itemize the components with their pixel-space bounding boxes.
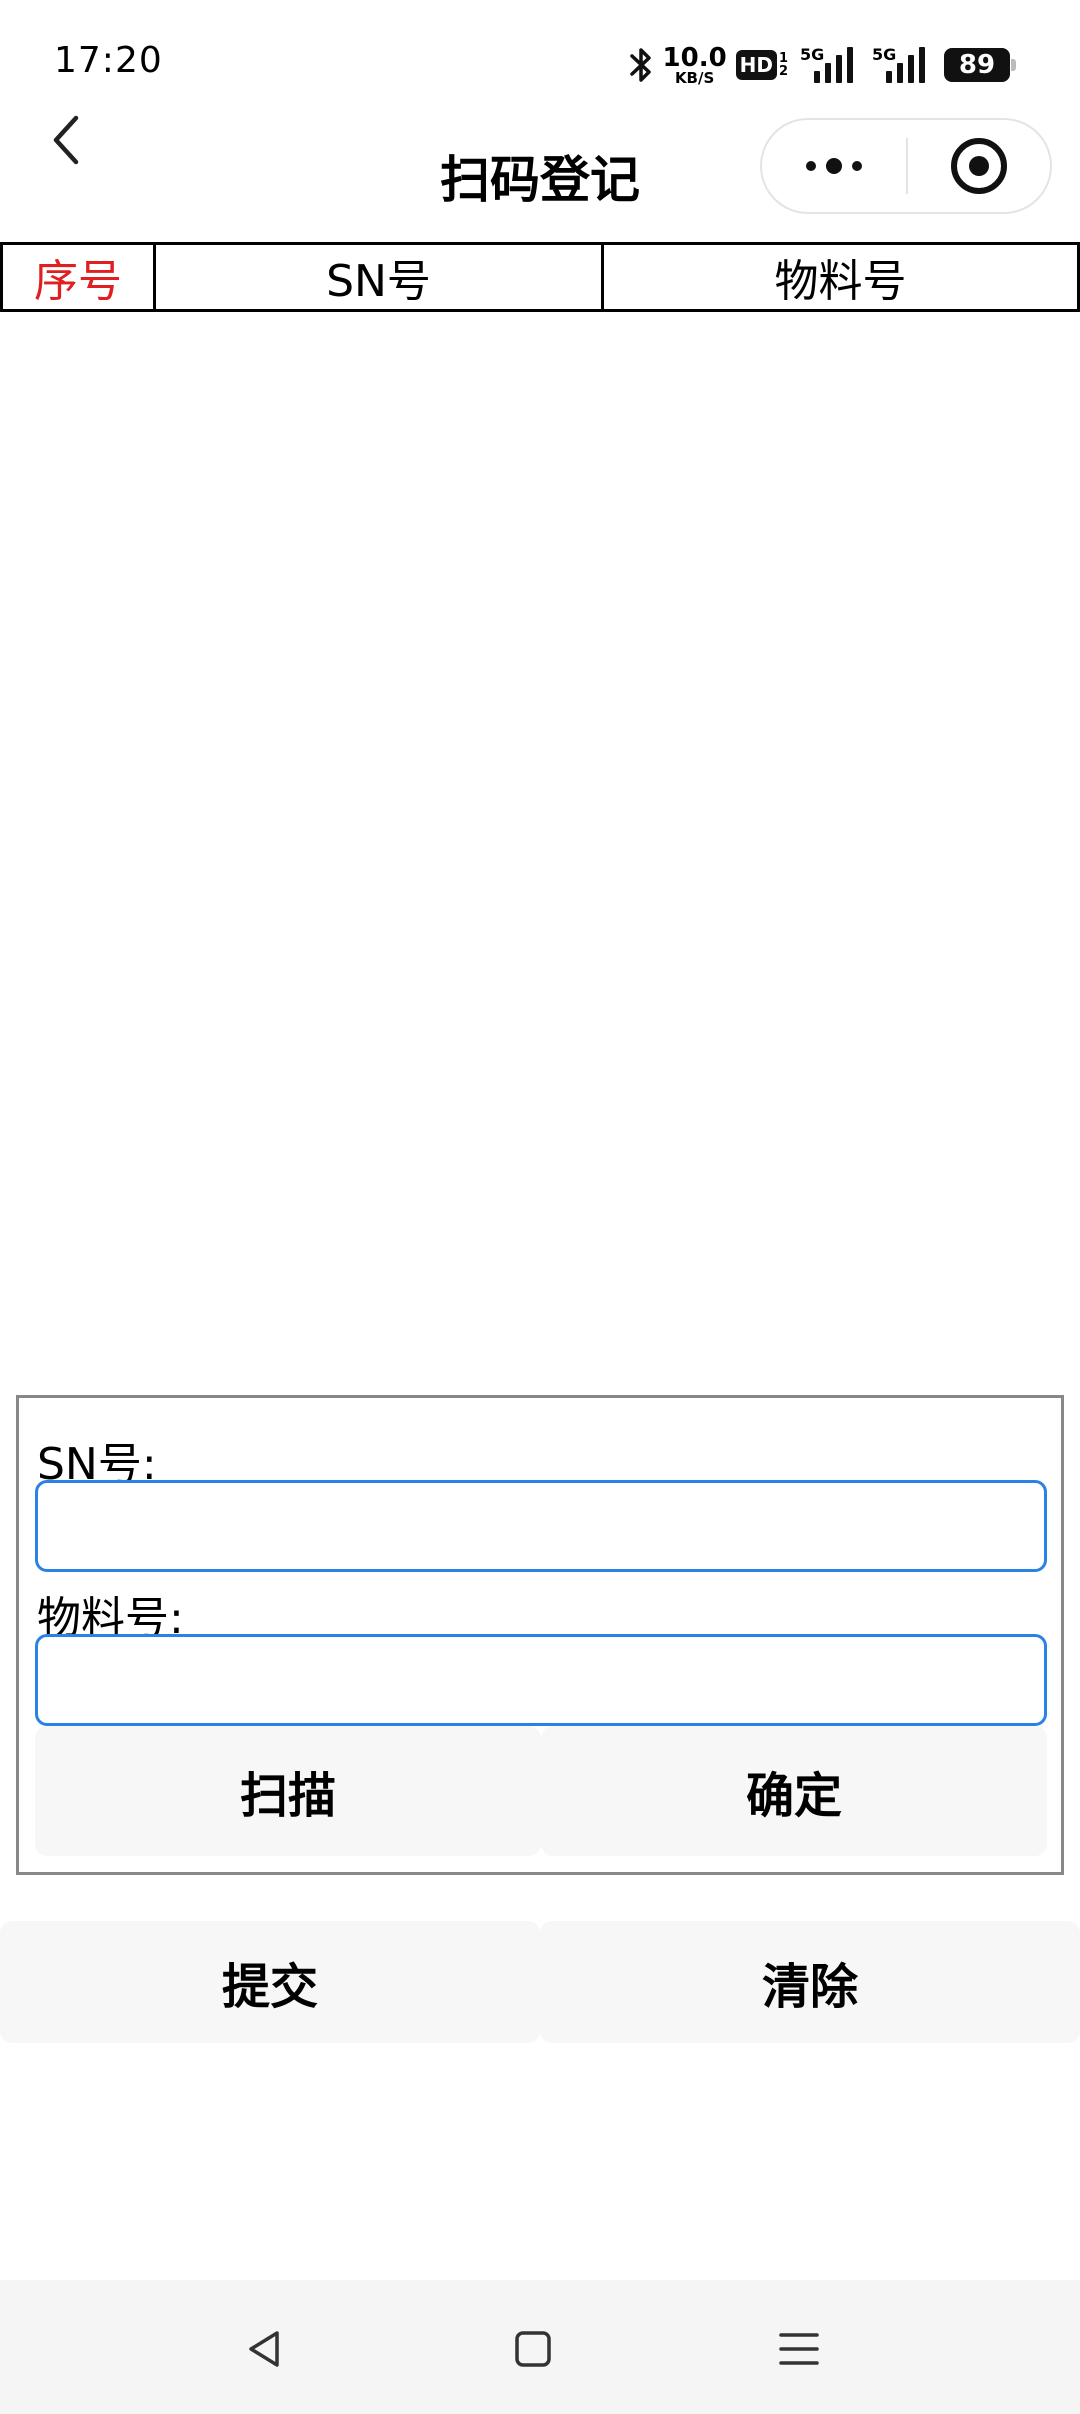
scan-button[interactable]: 扫描 bbox=[35, 1726, 541, 1856]
system-nav-bar bbox=[0, 2280, 1080, 2414]
status-bar: 17:20 10.0 KB/S HD 1 2 5G 5G 89 bbox=[0, 0, 1080, 110]
column-header-material: 物料号 bbox=[601, 245, 1077, 309]
hd-sub-bottom: 2 bbox=[778, 64, 788, 79]
system-home-button[interactable] bbox=[498, 2314, 568, 2384]
home-square-icon bbox=[515, 2331, 551, 2367]
hd-sub: 1 2 bbox=[779, 52, 788, 78]
battery-level: 89 bbox=[958, 50, 996, 80]
clear-button[interactable]: 清除 bbox=[540, 1921, 1080, 2043]
menu-lines-icon bbox=[779, 2333, 819, 2365]
close-target-icon bbox=[950, 138, 1007, 194]
signal-icon: 5G bbox=[872, 45, 932, 85]
mini-program-capsule bbox=[760, 118, 1052, 214]
signal-icon: 5G bbox=[800, 45, 860, 85]
net-speed-value: 10.0 bbox=[662, 42, 727, 73]
back-triangle-icon bbox=[249, 2331, 279, 2367]
scan-form: SN号: 物料号: 扫描 确定 bbox=[16, 1395, 1064, 1875]
net-speed: 10.0 KB/S bbox=[662, 42, 727, 87]
hd-voice-badge: HD 1 2 bbox=[735, 50, 788, 80]
close-target-icon-dot bbox=[968, 156, 989, 176]
material-input[interactable] bbox=[35, 1634, 1047, 1726]
signal-bars bbox=[814, 47, 853, 83]
hd-label: HD bbox=[735, 50, 777, 80]
close-button[interactable] bbox=[908, 120, 1050, 212]
net-speed-unit: KB/S bbox=[674, 68, 715, 87]
status-time: 17:20 bbox=[54, 40, 163, 81]
submit-button[interactable]: 提交 bbox=[0, 1921, 540, 2043]
more-dots-icon bbox=[806, 161, 816, 171]
more-dots-icon-center bbox=[826, 158, 842, 174]
more-dots-icon-right bbox=[852, 161, 862, 171]
column-header-index: 序号 bbox=[34, 256, 122, 307]
status-icons: 10.0 KB/S HD 1 2 5G 5G 89 bbox=[628, 40, 1016, 90]
confirm-button[interactable]: 确定 bbox=[541, 1726, 1047, 1856]
more-button[interactable] bbox=[762, 120, 906, 212]
system-menu-button[interactable] bbox=[764, 2314, 834, 2384]
battery-icon: 89 bbox=[944, 48, 1016, 82]
system-back-button[interactable] bbox=[230, 2314, 300, 2384]
column-header-sn: SN号 bbox=[153, 245, 601, 309]
bluetooth-icon bbox=[629, 48, 651, 82]
table-header: 序号 SN号 物料号 bbox=[0, 242, 1080, 312]
sn-input[interactable] bbox=[35, 1480, 1047, 1572]
signal-bars bbox=[886, 47, 925, 83]
navigation-bar: 扫码登记 bbox=[0, 100, 1080, 240]
